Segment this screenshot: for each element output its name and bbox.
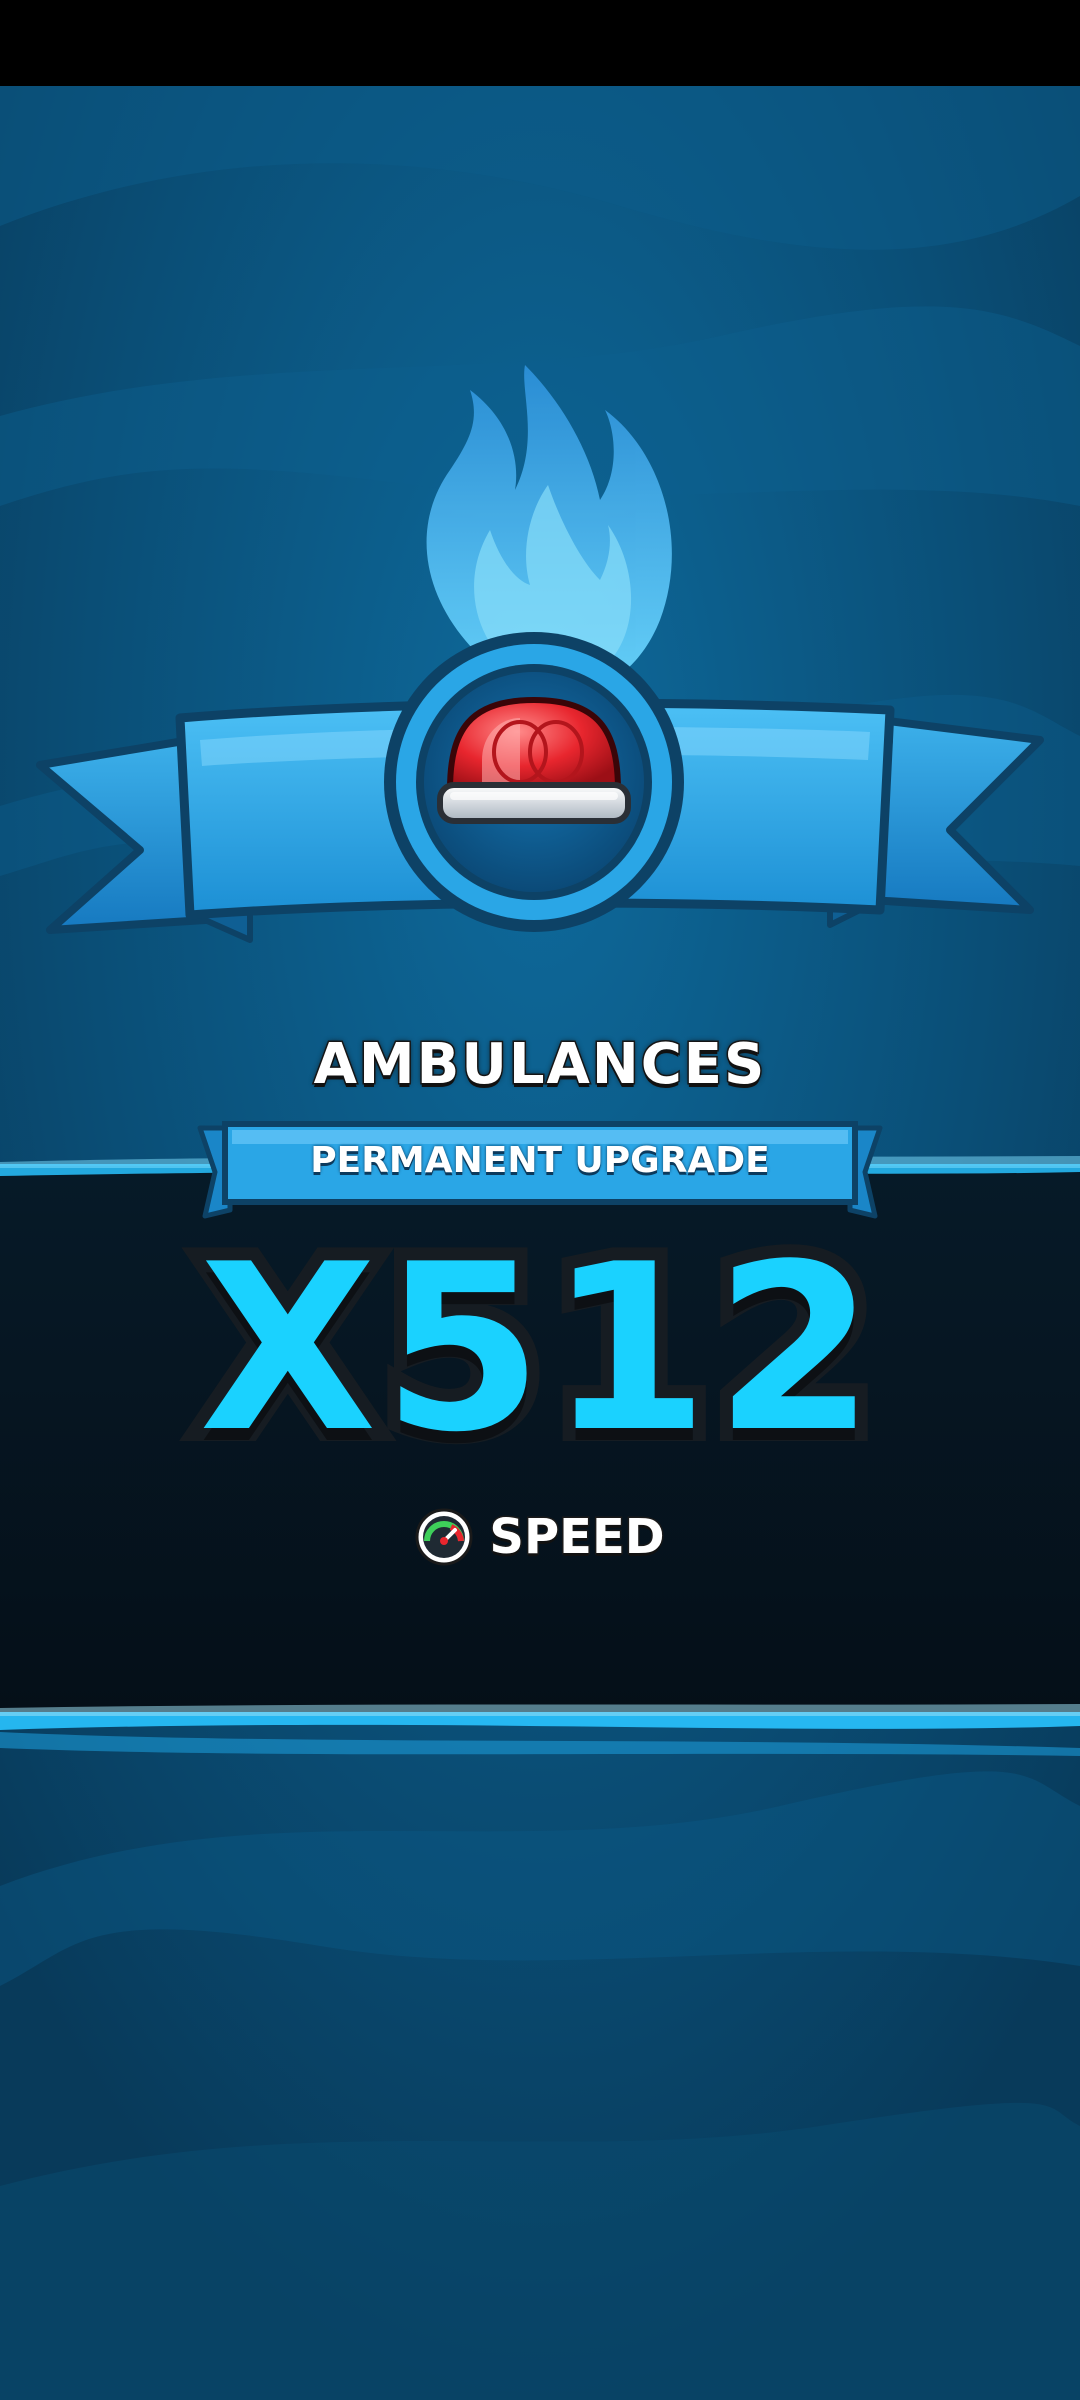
siren-icon [437,696,631,824]
speedometer-icon [415,1508,473,1566]
multiplier-value: X512 [186,1216,887,1483]
stat-label: SPEED [488,1508,666,1567]
upgrade-name: AMBULANCES [312,1031,767,1099]
upgrade-reward-screen[interactable]: AMBULANCES PERMANENT UPGRADE X512 SPEED [0,0,1080,2400]
permanent-upgrade-label: PERMANENT UPGRADE [310,1140,770,1181]
stat-row: SPEED [0,1502,1080,1572]
